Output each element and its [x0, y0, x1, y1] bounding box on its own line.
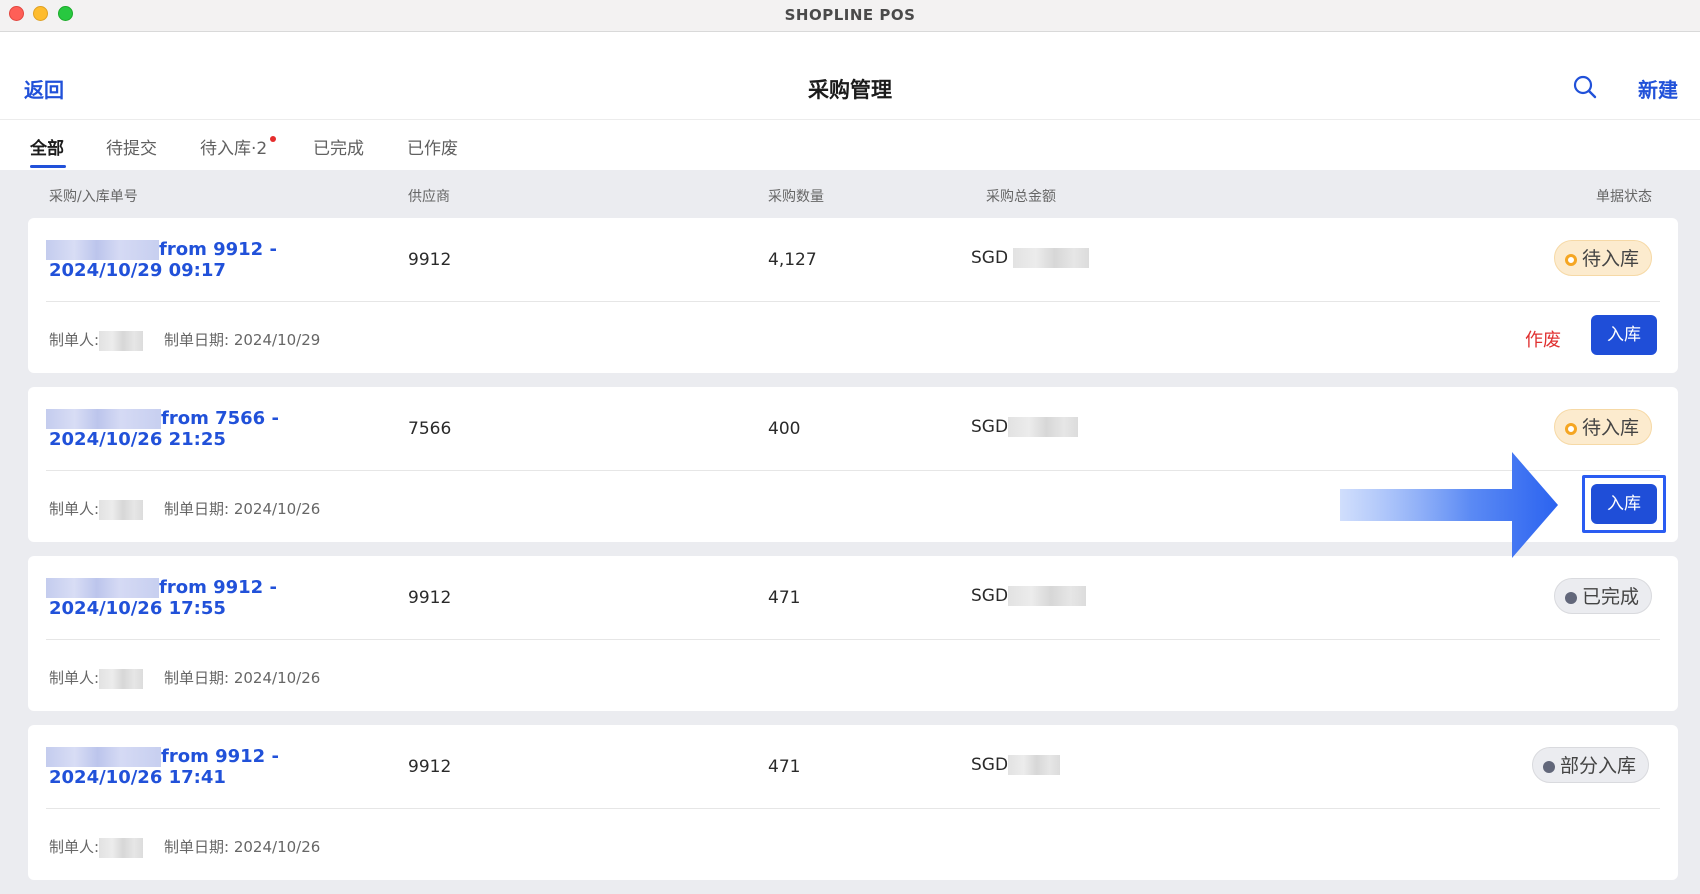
created-date-info: 制单日期: 2024/10/26 [164, 500, 321, 518]
column-header-total: 采购总金额 [986, 189, 1056, 205]
tab-all[interactable]: 全部 [30, 134, 64, 159]
status-dot-icon [1565, 254, 1577, 266]
supplier-value: 9912 [408, 757, 452, 777]
quantity-value: 471 [768, 588, 801, 608]
total-amount: SGD [971, 755, 1061, 775]
column-header-quantity: 采购数量 [768, 189, 824, 205]
purchase-order-card[interactable]: from 9912 - 2024/10/29 09:17 9912 4,127 … [28, 218, 1678, 373]
page-title: 采购管理 [808, 78, 892, 102]
order-number[interactable]: from 7566 - 2024/10/26 21:25 [46, 409, 376, 450]
purchase-order-card[interactable]: from 9912 - 2024/10/26 17:41 9912 471 SG… [28, 725, 1678, 880]
created-date-info: 制单日期: 2024/10/29 [164, 331, 321, 349]
notification-dot [270, 136, 277, 142]
search-icon[interactable] [1572, 74, 1598, 100]
void-button[interactable]: 作废 [1525, 326, 1561, 352]
supplier-value: 9912 [408, 250, 452, 270]
back-button[interactable]: 返回 [24, 74, 64, 103]
active-tab-indicator [30, 165, 66, 168]
creator-info: 制单人: [49, 667, 144, 689]
tab-pending-stock-in[interactable]: 待入库·2 [200, 134, 277, 159]
created-date-info: 制单日期: 2024/10/26 [164, 669, 321, 687]
tab-pending-stock-in-label: 待入库·2 [200, 139, 268, 159]
status-dot-icon [1565, 423, 1577, 435]
column-header-order-no: 采购/入库单号 [49, 189, 138, 205]
status-badge: 待入库 [1554, 409, 1653, 445]
tab-to-submit[interactable]: 待提交 [106, 134, 157, 159]
redacted-amount [1013, 248, 1090, 268]
divider [46, 470, 1660, 471]
redacted-order-id [46, 578, 159, 598]
status-badge: 部分入库 [1532, 747, 1650, 783]
total-amount: SGD [971, 248, 1090, 268]
order-from: from 9912 - [159, 577, 277, 598]
supplier-value: 7566 [408, 419, 452, 439]
column-header-status: 单据状态 [1596, 189, 1652, 205]
purchase-order-card[interactable]: from 7566 - 2024/10/26 21:25 7566 400 SG… [28, 387, 1678, 542]
page-header: 返回 采购管理 新建 [0, 32, 1700, 120]
supplier-value: 9912 [408, 588, 452, 608]
quantity-value: 471 [768, 757, 801, 777]
redacted-creator [99, 668, 144, 689]
order-number[interactable]: from 9912 - 2024/10/26 17:55 [46, 578, 376, 619]
order-number[interactable]: from 9912 - 2024/10/26 17:41 [46, 747, 376, 788]
order-from: from 7566 - [161, 408, 279, 429]
redacted-creator [99, 330, 144, 351]
creator-info: 制单人: [49, 329, 144, 351]
divider [46, 808, 1660, 809]
tab-voided[interactable]: 已作废 [407, 134, 458, 159]
window-titlebar: SHOPLINE POS [0, 0, 1700, 32]
divider [46, 301, 1660, 302]
redacted-amount [1008, 417, 1079, 437]
status-tabs: 全部 待提交 待入库·2 已完成 已作废 [0, 120, 1700, 170]
order-number[interactable]: from 9912 - 2024/10/29 09:17 [46, 240, 376, 281]
total-amount: SGD [971, 417, 1079, 437]
tab-completed[interactable]: 已完成 [313, 134, 364, 159]
order-from: from 9912 - [159, 239, 277, 260]
quantity-value: 4,127 [768, 250, 817, 270]
redacted-creator [99, 837, 144, 858]
quantity-value: 400 [768, 419, 801, 439]
order-time: 2024/10/26 17:41 [49, 767, 226, 788]
stock-in-button[interactable]: 入库 [1591, 484, 1657, 524]
redacted-amount [1008, 586, 1087, 606]
total-amount: SGD [971, 586, 1087, 606]
redacted-order-id [46, 409, 161, 429]
redacted-creator [99, 499, 144, 520]
status-badge: 已完成 [1554, 578, 1653, 614]
status-dot-icon [1565, 592, 1577, 604]
created-date-info: 制单日期: 2024/10/26 [164, 838, 321, 856]
order-time: 2024/10/26 21:25 [49, 429, 226, 450]
stock-in-button[interactable]: 入库 [1591, 315, 1657, 355]
purchase-order-card[interactable]: from 9912 - 2024/10/26 17:55 9912 471 SG… [28, 556, 1678, 711]
creator-info: 制单人: [49, 498, 144, 520]
divider [46, 639, 1660, 640]
status-badge: 待入库 [1554, 240, 1653, 276]
order-from: from 9912 - [161, 746, 279, 767]
redacted-amount [1008, 755, 1061, 775]
window-title: SHOPLINE POS [784, 6, 916, 24]
redacted-order-id [46, 240, 159, 260]
status-dot-icon [1543, 761, 1555, 773]
order-time: 2024/10/26 17:55 [49, 598, 226, 619]
creator-info: 制单人: [49, 836, 144, 858]
new-button[interactable]: 新建 [1638, 74, 1678, 103]
order-time: 2024/10/29 09:17 [49, 260, 226, 281]
column-header-supplier: 供应商 [408, 189, 450, 205]
redacted-order-id [46, 747, 161, 767]
